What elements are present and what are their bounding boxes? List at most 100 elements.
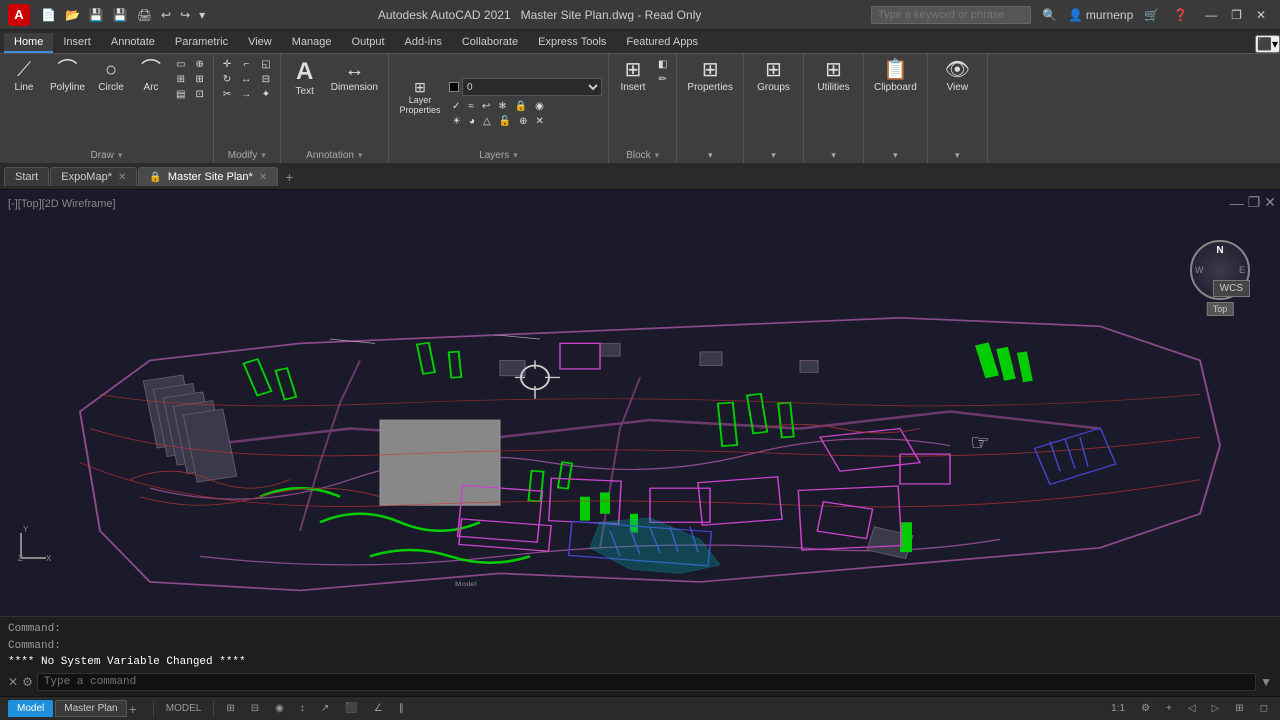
layer-match[interactable]: ≈ bbox=[465, 100, 477, 113]
line-button[interactable]: ⟋ Line bbox=[6, 58, 42, 95]
array-button[interactable]: ⊡ bbox=[192, 88, 206, 101]
fillet-button[interactable]: ⌐ bbox=[238, 58, 254, 71]
drawing-viewport[interactable]: Model [-][Top][2D Wireframe] — ❐ ✕ N S E… bbox=[0, 190, 1280, 616]
layer-unlock[interactable]: 🔓 bbox=[496, 115, 514, 128]
scale-button[interactable]: ◱ bbox=[258, 58, 273, 71]
tab-collaborate[interactable]: Collaborate bbox=[452, 33, 528, 53]
command-clear-button[interactable]: ✕ bbox=[8, 675, 18, 689]
move-button[interactable]: ✛ bbox=[220, 58, 234, 71]
new-tab-button[interactable]: + bbox=[279, 167, 299, 187]
search-input[interactable] bbox=[871, 6, 1031, 24]
layer-thaw[interactable]: △ bbox=[480, 115, 494, 128]
hatch-button[interactable]: ⊞ bbox=[173, 73, 188, 86]
plan-tab[interactable]: Master Plan bbox=[55, 700, 126, 717]
tab-start[interactable]: Start bbox=[4, 167, 49, 186]
draw-expand-arrow[interactable]: ▾ bbox=[118, 150, 123, 161]
layer-properties-button[interactable]: ⊞ LayerProperties bbox=[395, 78, 445, 118]
lineweight-button[interactable]: ∠ bbox=[370, 701, 387, 716]
tab-manage[interactable]: Manage bbox=[282, 33, 342, 53]
layer-delete[interactable]: ✕ bbox=[533, 115, 547, 128]
viewport-close-button[interactable]: ✕ bbox=[1264, 194, 1276, 211]
model-tab[interactable]: Model bbox=[8, 700, 53, 717]
redo-button[interactable]: ↪ bbox=[177, 6, 193, 24]
otrack-button[interactable]: ⬛ bbox=[341, 701, 361, 716]
snap-button[interactable]: ⊟ bbox=[247, 701, 263, 716]
tab-master-close[interactable]: ✕ bbox=[259, 172, 267, 183]
tab-featured-apps[interactable]: Featured Apps bbox=[616, 33, 708, 53]
open-button[interactable]: 📂 bbox=[62, 6, 83, 24]
rotate-button[interactable]: ↻ bbox=[220, 73, 234, 86]
groups-button[interactable]: ⊞ Groups bbox=[753, 58, 794, 95]
layer-select[interactable]: 0 bbox=[462, 78, 602, 96]
view-button[interactable]: 👁 View bbox=[939, 58, 975, 95]
command-scroll-button[interactable]: ▼ bbox=[1260, 675, 1272, 689]
stretch-button[interactable]: ↔ bbox=[238, 73, 254, 86]
pan-left-button[interactable]: ◁ bbox=[1184, 701, 1200, 716]
add-layout-button[interactable]: + bbox=[129, 700, 137, 717]
tab-annotate[interactable]: Annotate bbox=[101, 33, 165, 53]
tab-expomap-close[interactable]: ✕ bbox=[118, 172, 126, 183]
tab-insert[interactable]: Insert bbox=[53, 33, 101, 53]
trim-button[interactable]: ✂ bbox=[220, 88, 234, 101]
tab-parametric[interactable]: Parametric bbox=[165, 33, 238, 53]
save-button[interactable]: 💾 bbox=[86, 6, 107, 24]
grid-display-button[interactable]: ⊞ bbox=[222, 701, 238, 716]
mirror-button[interactable]: ⊞ bbox=[192, 73, 206, 86]
insert-block-button[interactable]: ⊞ Insert bbox=[615, 58, 651, 95]
workspace-dropdown[interactable]: ⬛▾ bbox=[1255, 35, 1280, 53]
explode-button[interactable]: ✦ bbox=[258, 88, 273, 101]
tab-addins[interactable]: Add-ins bbox=[395, 33, 452, 53]
layer-freeze[interactable]: ❄ bbox=[495, 100, 509, 113]
model-status[interactable]: MODEL bbox=[162, 701, 206, 716]
autodesk-account-button[interactable]: 🛒 bbox=[1141, 6, 1162, 24]
command-options-button[interactable]: ⚙ bbox=[22, 675, 33, 689]
layers-expand-arrow[interactable]: ▾ bbox=[513, 150, 518, 161]
wcs-button[interactable]: WCS bbox=[1213, 280, 1250, 297]
layer-lock[interactable]: 🔒 bbox=[512, 100, 530, 113]
viewport-config-button[interactable]: ⊞ bbox=[1231, 701, 1247, 716]
polar-button[interactable]: ↕ bbox=[296, 701, 309, 716]
tab-expomap[interactable]: ExpoMap* ✕ bbox=[50, 167, 137, 186]
new-button[interactable]: 📄 bbox=[38, 6, 59, 24]
layer-off[interactable]: ☀ bbox=[449, 115, 464, 128]
settings-button[interactable]: ⚙ bbox=[1137, 701, 1154, 716]
minimize-button[interactable]: — bbox=[1199, 6, 1223, 24]
workspace-button[interactable]: ◻ bbox=[1256, 701, 1272, 716]
save-as-button[interactable]: 💾 bbox=[110, 6, 131, 24]
layer-on[interactable]: ◕ bbox=[466, 115, 478, 128]
close-button[interactable]: ✕ bbox=[1250, 6, 1272, 24]
layer-make-current[interactable]: ✓ bbox=[449, 100, 463, 113]
layer-previous[interactable]: ↩ bbox=[479, 100, 493, 113]
tab-view[interactable]: View bbox=[238, 33, 282, 53]
restore-button[interactable]: ❐ bbox=[1225, 6, 1248, 24]
create-block-button[interactable]: ◧ bbox=[655, 58, 670, 71]
clipboard-button[interactable]: 📋 Clipboard bbox=[870, 58, 921, 95]
qa-dropdown[interactable]: ▾ bbox=[196, 6, 208, 24]
text-button[interactable]: A Text bbox=[287, 58, 323, 99]
copy-button[interactable]: ⊕ bbox=[192, 58, 206, 71]
tab-output[interactable]: Output bbox=[342, 33, 395, 53]
polyline-button[interactable]: ⌒ Polyline bbox=[46, 58, 89, 95]
help-button[interactable]: ❓ bbox=[1170, 6, 1191, 24]
search-button[interactable]: 🔍 bbox=[1039, 6, 1060, 24]
osnap-button[interactable]: ↗ bbox=[317, 701, 333, 716]
transparency-button[interactable]: ∥ bbox=[395, 701, 408, 716]
block-expand-arrow[interactable]: ▾ bbox=[655, 150, 660, 161]
extend-button[interactable]: → bbox=[238, 88, 254, 101]
command-input[interactable] bbox=[37, 673, 1256, 691]
undo-button[interactable]: ↩ bbox=[158, 6, 174, 24]
zoom-in-button[interactable]: + bbox=[1162, 701, 1176, 716]
tab-express-tools[interactable]: Express Tools bbox=[528, 33, 616, 53]
rectangle-button[interactable]: ▭ bbox=[173, 58, 188, 71]
modify-expand-arrow[interactable]: ▾ bbox=[261, 150, 266, 161]
utilities-button[interactable]: ⊞ Utilities bbox=[813, 58, 853, 95]
layer-isolate[interactable]: ◉ bbox=[532, 100, 547, 113]
tab-master-site-plan[interactable]: 🔒 Master Site Plan* ✕ bbox=[138, 167, 278, 186]
ortho-button[interactable]: ◉ bbox=[271, 701, 288, 716]
top-view-button[interactable]: Top bbox=[1207, 302, 1234, 316]
gradient-button[interactable]: ▤ bbox=[173, 88, 188, 101]
viewport-minimize-button[interactable]: — bbox=[1230, 194, 1244, 211]
edit-block-button[interactable]: ✏ bbox=[655, 73, 670, 86]
properties-button[interactable]: ⊞ Properties bbox=[683, 58, 737, 95]
tab-home[interactable]: Home bbox=[4, 33, 53, 53]
